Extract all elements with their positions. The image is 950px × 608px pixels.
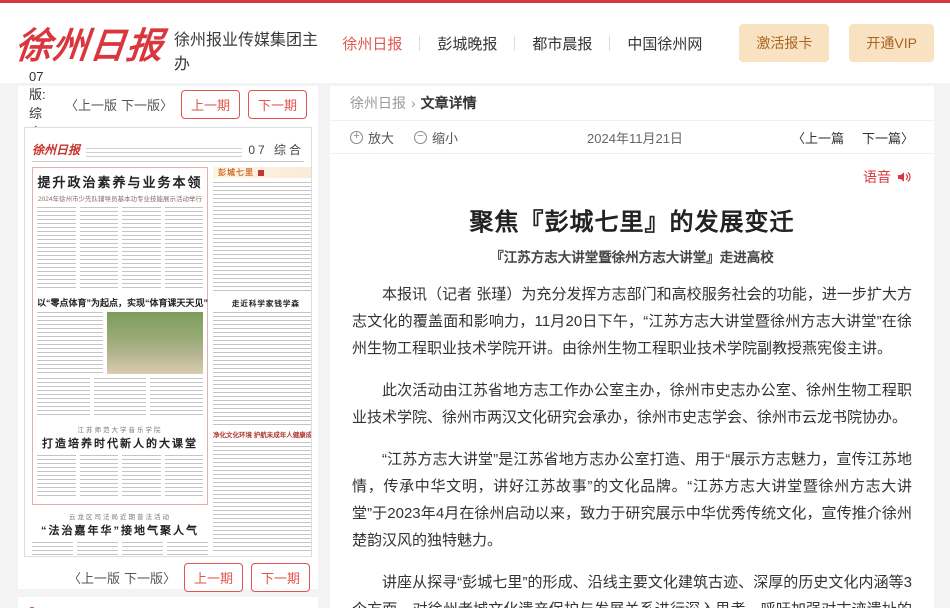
column-text-lines <box>213 182 312 294</box>
article-paragraph: “江苏方志大讲堂”是江苏省地方志办公室打造、用于“展示方志魅力，宣传江苏地情，传… <box>352 446 912 554</box>
next-article-link[interactable]: 下一篇〉 <box>862 128 914 147</box>
column-text-lines <box>80 207 119 291</box>
thumb-bottom-kicker: 云龙区司法局近期普法活动 <box>32 511 208 521</box>
article-paragraph: 讲座从探寻“彭城七里”的形成、沿线主要文化建筑古迹、深厚的历史文化内涵等3个方面… <box>352 569 912 608</box>
open-vip-button[interactable]: 开通VIP <box>849 24 934 62</box>
zoom-out-button[interactable]: 缩小 <box>414 128 458 147</box>
column-text-lines <box>150 378 203 418</box>
voice-label: 语音 <box>863 167 891 187</box>
column-text-lines <box>80 455 119 499</box>
prev-issue-button[interactable]: 上一期 <box>181 90 240 119</box>
zoom-out-label: 缩小 <box>432 128 458 147</box>
thumb-photo-row <box>37 312 203 374</box>
nav-metro-morning[interactable]: 都市晨报 <box>515 33 609 54</box>
voice-button[interactable]: 语音 <box>352 167 912 187</box>
breadcrumb-current: 文章详情 <box>421 93 477 113</box>
site-tagline: 徐州报业传媒集团主办 <box>174 26 325 74</box>
article-toolbar: 放大 缩小 2024年11月21日 〈上一篇 下一篇〉 <box>330 121 934 154</box>
next-page-link[interactable]: 下一版〉 <box>121 95 173 114</box>
column-text-lines <box>122 207 161 291</box>
column-text-lines <box>167 542 208 557</box>
thumb-banner-text: 彭城七里 <box>218 167 254 178</box>
newspaper-page-thumbnail[interactable]: 徐州日报 07 综合 提升政治素养与业务本领 2024年徐州市少先队辅导员基本功… <box>24 127 312 557</box>
site-header: 徐州日报 徐州报业传媒集团主办 徐州日报 彭城晚报 都市晨报 中国徐州网 激活报… <box>0 3 950 83</box>
thumb-photo <box>107 312 203 374</box>
column-text-lines <box>37 207 76 291</box>
thumb-subhead-1: 2024年徐州市少先队辅导员基本功专业技能展示活动举行 <box>37 193 203 203</box>
thumb-headline-2: 以“零点体育”为起点，实现“体育课天天见” <box>37 296 203 309</box>
thumb-masthead-logo: 徐州日报 <box>32 141 80 158</box>
column-text-lines <box>165 455 204 499</box>
thumb-text-columns <box>37 455 203 499</box>
next-issue-button[interactable]: 下一期 <box>248 90 307 119</box>
edition-nav-bottom: 〈上一版 下一版〉 上一期 下一期 <box>18 559 318 596</box>
thumb-decorative-banner: 彭城七里 <box>213 167 312 178</box>
column-text-lines <box>213 312 312 424</box>
article-date: 2024年11月21日 <box>478 128 792 147</box>
column-text-lines <box>122 542 163 557</box>
article-paragraph: 此次活动由江苏省地方志工作办公室主办，徐州市史志办公室、徐州生物工程职业技术学院… <box>352 377 912 431</box>
nav-china-xuzhou-net[interactable]: 中国徐州网 <box>610 33 719 54</box>
thumb-masthead: 徐州日报 07 综合 <box>32 136 304 162</box>
column-text-lines <box>94 378 147 418</box>
column-text-lines <box>122 455 161 499</box>
thumb-left-column: 提升政治素养与业务本领 2024年徐州市少先队辅导员基本功专业技能展示活动举行 … <box>32 167 208 551</box>
breadcrumb-parent[interactable]: 徐州日报 <box>350 93 406 113</box>
article-subtitle: 『江苏方志大讲堂暨徐州方志大讲堂』走进高校 <box>352 246 912 266</box>
activate-card-button[interactable]: 激活报卡 <box>739 24 829 62</box>
article-pager: 〈上一篇 下一篇〉 <box>792 128 914 147</box>
thumb-right-headline-1: 走近科学家钱学森 <box>213 298 312 309</box>
column-text-lines <box>77 542 118 557</box>
article-title: 聚焦『彭城七里』的发展变迁 <box>352 202 912 237</box>
top-nav: 徐州日报 彭城晚报 都市晨报 中国徐州网 激活报卡 开通VIP <box>325 24 934 62</box>
column-text-lines <box>213 442 312 554</box>
site-logo[interactable]: 徐州日报 <box>13 17 166 69</box>
thumb-right-row: 走近科学家钱学森 净化文化环境 护航未成年人健康成长 『江苏方志大讲堂暨徐州方志… <box>213 182 312 554</box>
nav-pengcheng-evening[interactable]: 彭城晚报 <box>420 33 514 54</box>
column-text-lines <box>37 455 76 499</box>
thumb-mid-headline: 打造培养时代新人的大课堂 <box>37 435 203 451</box>
thumb-page-label: 07 综合 <box>248 141 304 158</box>
column-text-lines <box>37 312 103 374</box>
thumb-masthead-meta-lines <box>86 148 242 157</box>
thumb-body: 提升政治素养与业务本领 2024年徐州市少先队辅导员基本功专业技能展示活动举行 … <box>32 167 304 551</box>
thumb-text-columns <box>37 207 203 291</box>
column-text-lines <box>32 542 73 557</box>
prev-page-link[interactable]: 〈上一版 <box>68 568 120 587</box>
column-text-lines <box>37 378 90 418</box>
thumb-bottom-headline: “法治嘉年华”接地气聚人气 <box>32 522 208 538</box>
edition-nav-top: 07版: 综合 〈上一版 下一版〉 上一期 下一期 <box>18 86 318 123</box>
article-panel: 徐州日报 › 文章详情 放大 缩小 2024年11月21日 〈上一篇 下一篇〉 … <box>330 86 934 608</box>
article-body: 语音 聚焦『彭城七里』的发展变迁 『江苏方志大讲堂暨徐州方志大讲堂』走进高校 本… <box>330 154 934 608</box>
breadcrumb-separator: › <box>411 95 416 111</box>
edition-panel: 07版: 综合 〈上一版 下一版〉 上一期 下一期 徐州日报 07 综合 提升政… <box>18 86 318 589</box>
nav-xuzhou-daily[interactable]: 徐州日报 <box>325 33 419 54</box>
article-paragraph: 本报讯（记者 张瑾）为充分发挥方志部门和高校服务社会的功能，进一步扩大方志文化的… <box>352 281 912 362</box>
plus-circle-icon <box>350 131 363 144</box>
breadcrumb: 徐州日报 › 文章详情 <box>330 86 934 121</box>
thumb-headline-1: 提升政治素养与业务本领 <box>37 172 203 191</box>
thumb-text-columns <box>32 542 208 557</box>
zoom-in-button[interactable]: 放大 <box>350 128 394 147</box>
thumb-text-columns <box>37 378 203 418</box>
prev-page-link[interactable]: 〈上一版 <box>65 95 117 114</box>
thumb-right-column: 彭城七里 走近科学家钱学森 净化文化环境 护航未成年人健康成长 『江苏方志大讲堂… <box>213 167 312 551</box>
column-text-lines <box>165 207 204 291</box>
minus-circle-icon <box>414 131 427 144</box>
thumb-right-headline-2: 净化文化环境 护航未成年人健康成长 <box>213 429 312 439</box>
speaker-icon <box>896 169 912 185</box>
next-issue-button[interactable]: 下一期 <box>251 563 310 592</box>
prev-article-link[interactable]: 〈上一篇 <box>792 128 844 147</box>
thumb-right-texts: 走近科学家钱学森 净化文化环境 护航未成年人健康成长 <box>213 182 312 554</box>
zoom-in-label: 放大 <box>368 128 394 147</box>
page-news-list-card: 本版新闻列表 (7) <box>18 597 318 608</box>
next-page-link[interactable]: 下一版〉 <box>124 568 176 587</box>
thumb-mid-kicker: 江苏师范大学音乐学院 <box>37 424 203 434</box>
prev-issue-button[interactable]: 上一期 <box>184 563 243 592</box>
thumb-framed-article: 提升政治素养与业务本领 2024年徐州市少先队辅导员基本功专业技能展示活动举行 … <box>32 167 208 505</box>
seal-icon <box>258 170 264 176</box>
